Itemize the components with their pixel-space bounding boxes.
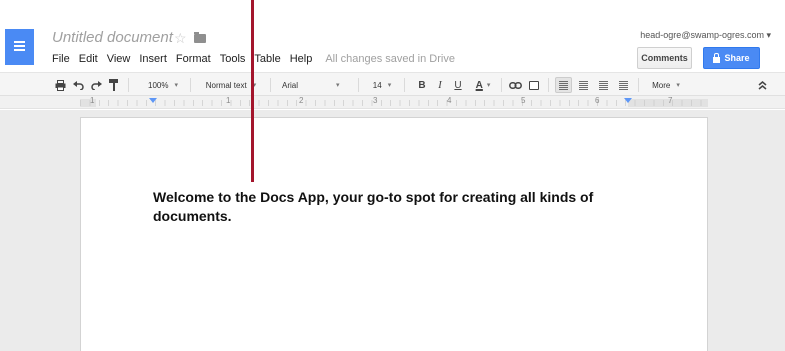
align-right-icon[interactable] — [595, 77, 612, 93]
ruler-number: 2 — [299, 96, 304, 105]
ruler: 1 1 2 3 4 5 6 7 — [0, 96, 785, 109]
ruler-number: 4 — [447, 96, 452, 105]
ruler-number: 6 — [595, 96, 600, 105]
font-value: Arial — [282, 80, 299, 90]
zoom-value: 100% — [148, 80, 169, 90]
more-label: More — [652, 80, 671, 90]
comment-icon[interactable] — [526, 77, 542, 93]
align-center-shape — [579, 80, 588, 90]
document-body-text[interactable]: Welcome to the Docs App, your go-to spot… — [153, 188, 653, 226]
font-size-select[interactable]: 14 ▾ — [364, 77, 400, 93]
paint-format-icon[interactable] — [106, 77, 122, 93]
menu-tools[interactable]: Tools — [220, 53, 246, 65]
chevron-down-icon: ▾ — [676, 82, 680, 89]
menu-insert[interactable]: Insert — [139, 53, 167, 65]
toolbar-divider — [501, 78, 502, 92]
comment-icon-shape — [529, 80, 539, 90]
align-left-icon[interactable] — [555, 77, 572, 93]
account-email[interactable]: head-ogre@swamp-ogres.com ▾ — [640, 30, 771, 41]
toolbar-divider — [270, 78, 271, 92]
document-page[interactable] — [80, 117, 708, 351]
folder-icon[interactable] — [194, 32, 206, 43]
toolbar-divider — [358, 78, 359, 92]
ruler-track — [80, 100, 708, 106]
toolbar-divider — [548, 78, 549, 92]
menu-edit[interactable]: Edit — [79, 53, 98, 65]
align-right-shape — [599, 80, 608, 90]
share-label: Share — [724, 53, 750, 63]
right-indent-marker[interactable] — [624, 98, 632, 103]
lock-icon — [713, 52, 721, 63]
chevron-down-icon: ▾ — [387, 82, 392, 89]
toolbar-divider — [190, 78, 191, 92]
ruler-number: 1 — [226, 96, 231, 105]
star-icon[interactable]: ☆ — [174, 30, 187, 47]
chevron-down-icon: ▾ — [486, 82, 491, 89]
font-select[interactable]: Arial ▾ — [282, 77, 354, 93]
menu-help[interactable]: Help — [290, 53, 313, 65]
link-icon[interactable] — [506, 77, 524, 93]
style-value: Normal text — [205, 80, 247, 90]
align-left-shape — [559, 80, 568, 90]
document-title[interactable]: Untitled document — [52, 29, 173, 46]
undo-icon[interactable] — [70, 77, 86, 93]
bold-button[interactable]: B — [414, 77, 430, 93]
save-status: All changes saved in Drive — [325, 53, 455, 65]
ruler-number: 3 — [373, 96, 378, 105]
ruler-number: 1 — [90, 96, 95, 105]
chevron-down-icon: ▾ — [336, 82, 340, 89]
justify-shape — [619, 80, 628, 90]
zoom-select[interactable]: 100% ▾ — [140, 77, 186, 93]
annotation-pointer-line — [251, 0, 254, 182]
text-color-icon: A — [475, 79, 483, 91]
ruler-number: 7 — [668, 96, 673, 105]
toolbar-divider — [638, 78, 639, 92]
print-icon[interactable] — [52, 77, 68, 93]
share-button[interactable]: Share — [703, 47, 760, 69]
text-color-button[interactable]: A ▾ — [468, 77, 498, 93]
menu-table[interactable]: Table — [254, 53, 280, 65]
more-button[interactable]: More ▾ — [646, 77, 686, 93]
collapse-icon[interactable] — [754, 77, 770, 93]
left-indent-marker[interactable] — [149, 98, 157, 103]
toolbar: 100% ▾ Normal text ▾ Arial ▾ 14 ▾ B I U … — [0, 72, 785, 96]
menu-file[interactable]: File — [52, 53, 70, 65]
docs-menu-icon[interactable] — [5, 29, 34, 65]
ruler-number: 5 — [521, 96, 526, 105]
font-size-value: 14 — [372, 80, 382, 90]
comments-button[interactable]: Comments — [637, 47, 692, 69]
underline-button[interactable]: U — [450, 77, 466, 93]
toolbar-divider — [128, 78, 129, 92]
redo-icon[interactable] — [88, 77, 104, 93]
menu-view[interactable]: View — [107, 53, 131, 65]
chevron-down-icon: ▾ — [174, 82, 178, 89]
menu-format[interactable]: Format — [176, 53, 211, 65]
paragraph-style-select[interactable]: Normal text ▾ — [196, 77, 266, 93]
toolbar-divider — [404, 78, 405, 92]
align-center-icon[interactable] — [575, 77, 592, 93]
justify-icon[interactable] — [615, 77, 632, 93]
italic-button[interactable]: I — [432, 77, 448, 93]
